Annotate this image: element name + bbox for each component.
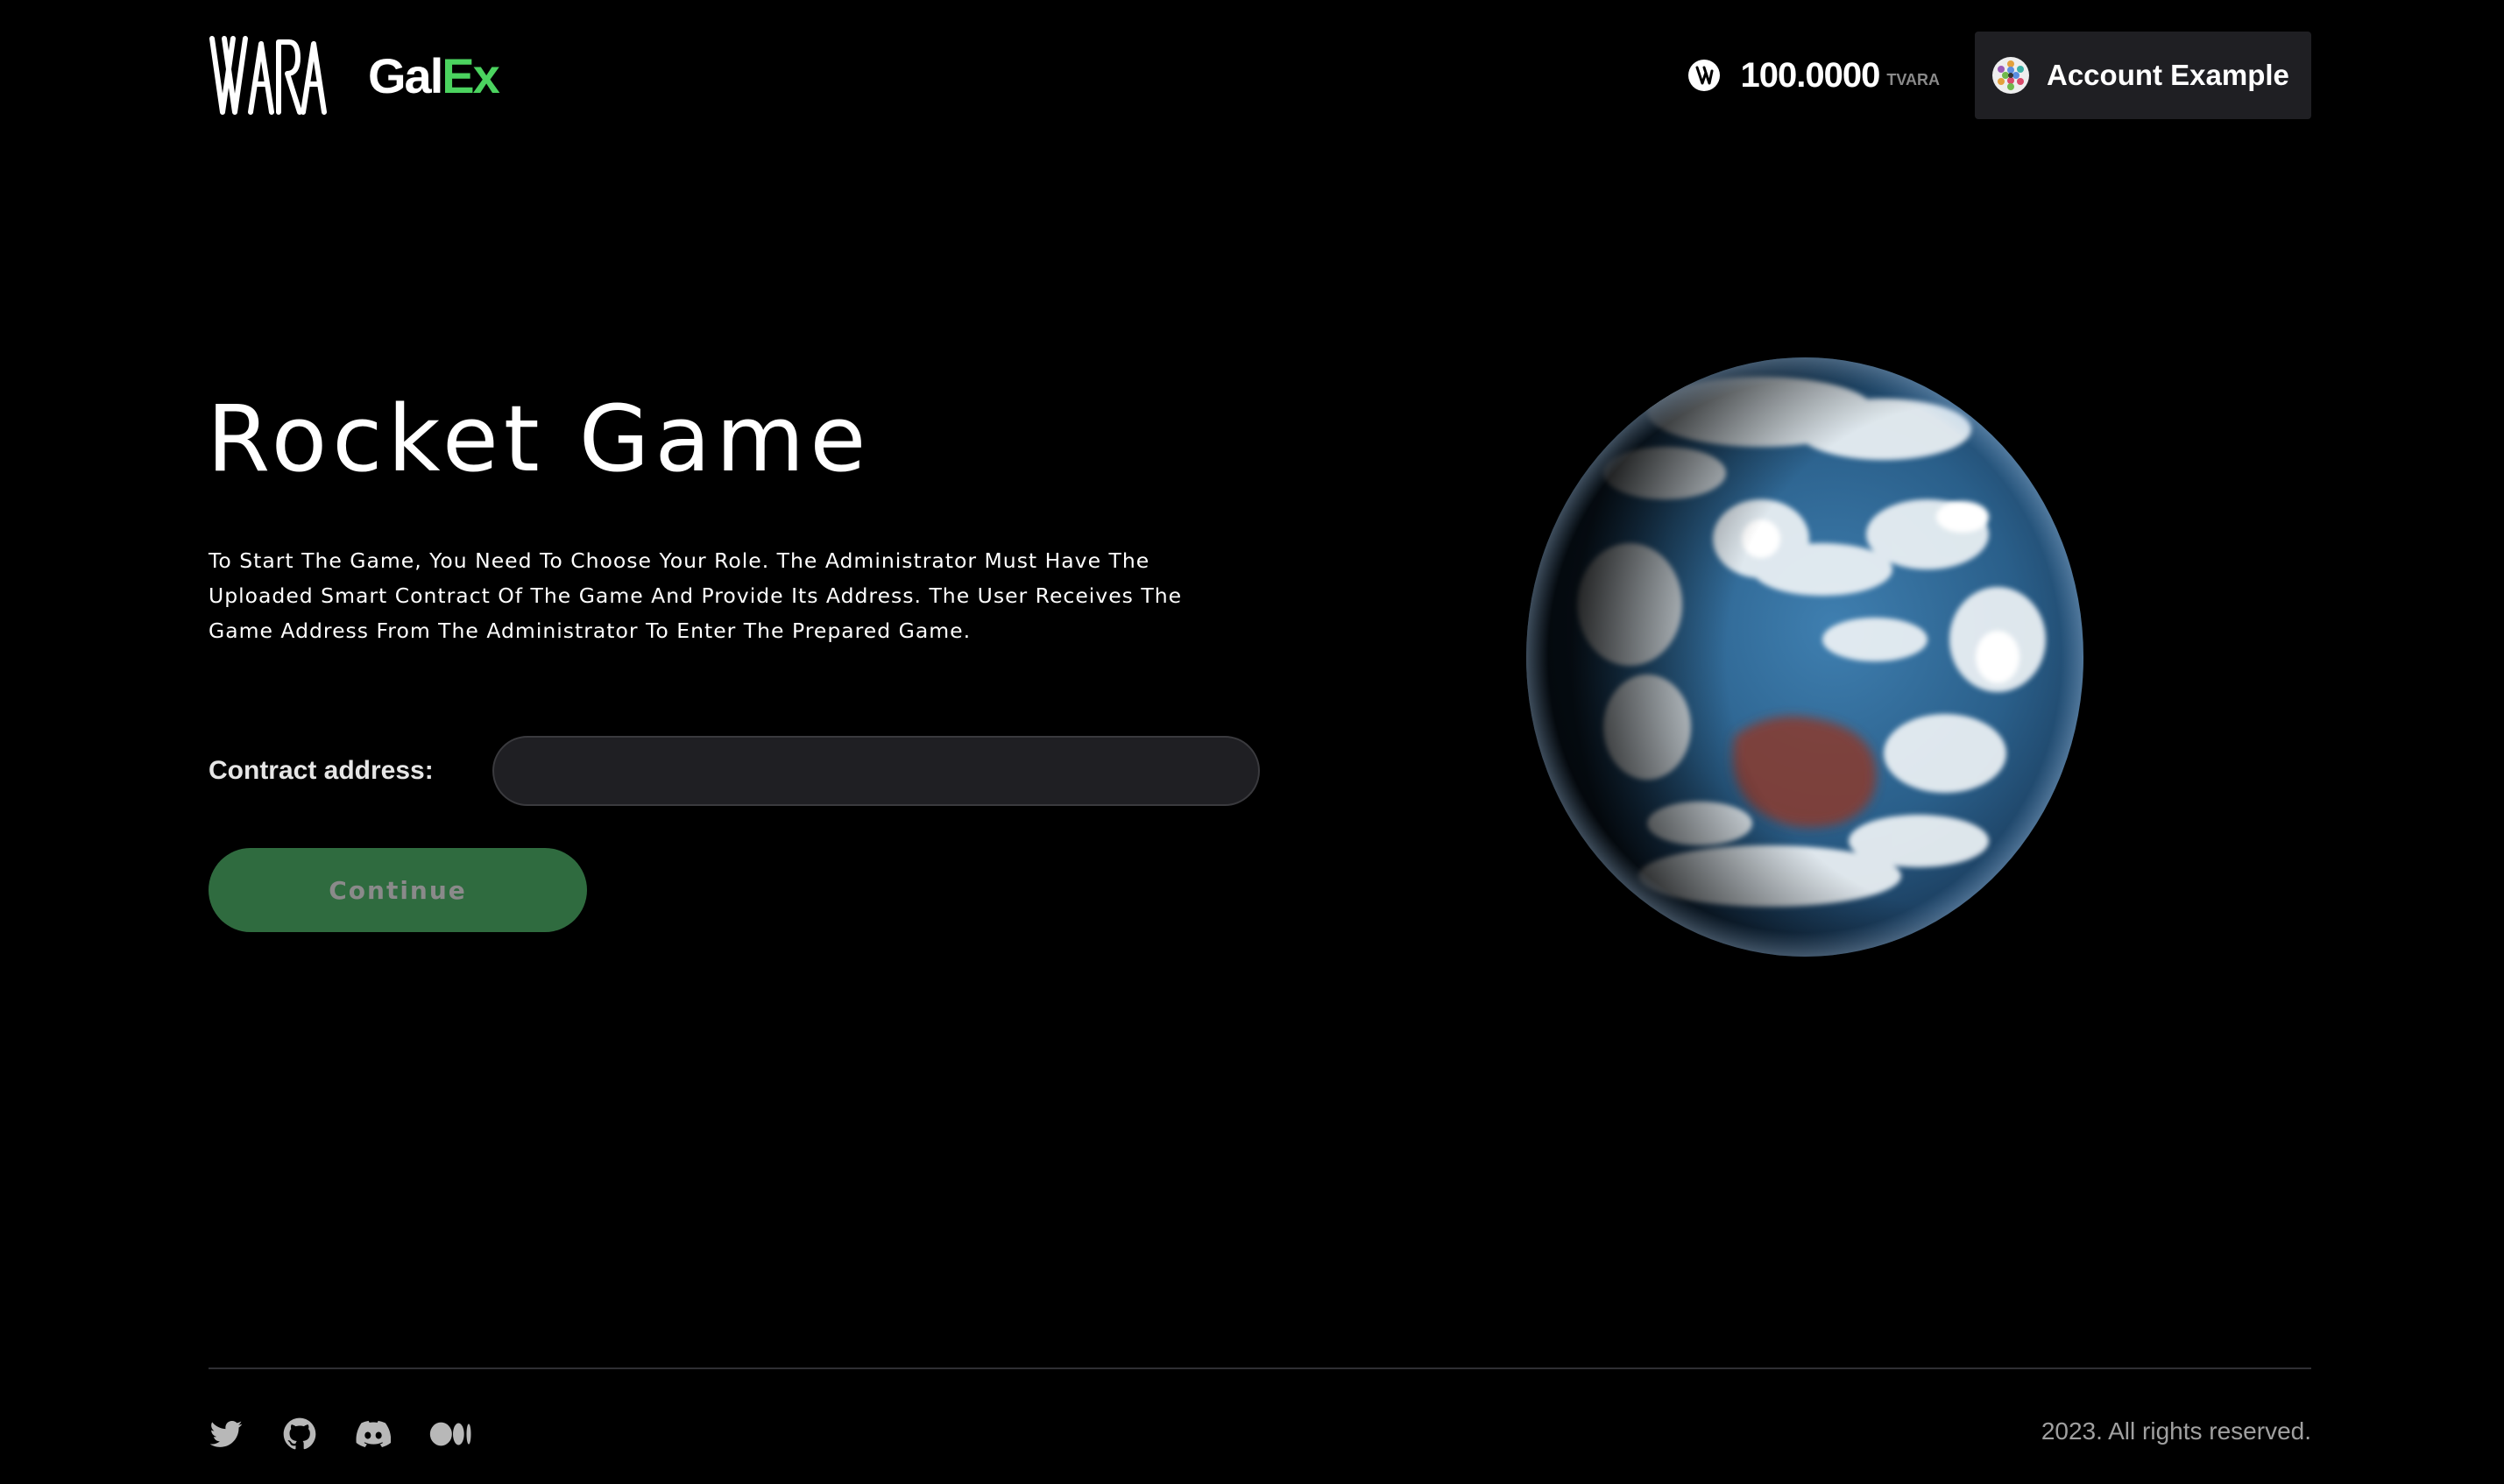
social-links (209, 1416, 512, 1452)
contract-address-label: Contract address: (209, 756, 434, 785)
discord-icon[interactable] (356, 1417, 391, 1452)
identicon-avatar-icon (1992, 57, 2029, 94)
earth-image (1507, 350, 2103, 964)
copyright-text: 2023. All rights reserved. (2041, 1417, 2311, 1445)
app-name-part1: Gal (368, 47, 443, 103)
contract-address-input[interactable] (492, 736, 1260, 806)
contract-address-form: Contract address: (209, 736, 1260, 806)
brand: Gal Ex (209, 35, 500, 116)
account-button[interactable]: Account Example (1975, 32, 2311, 119)
medium-icon[interactable] (429, 1417, 473, 1452)
galex-logo[interactable]: Gal Ex (368, 47, 500, 104)
balance-unit: TVARA (1886, 70, 1940, 88)
continue-button[interactable]: Continue (209, 848, 587, 932)
twitter-icon[interactable] (209, 1417, 244, 1452)
app-name-part2: Ex (442, 47, 499, 103)
page: Gal Ex 100.0000 TVARA Account Example Ro… (0, 0, 2504, 1484)
vara-logo-icon[interactable] (209, 35, 331, 116)
page-title: Rocket Game (207, 385, 872, 492)
page-description: To Start The Game, You Need To Choose Yo… (209, 548, 1183, 643)
github-icon[interactable] (282, 1417, 317, 1452)
earth-globe-icon (1526, 357, 2083, 957)
balance: 100.0000 TVARA (1687, 56, 1940, 95)
vara-coin-icon (1688, 60, 1721, 91)
header-right: 100.0000 TVARA Account Example (1687, 32, 2311, 119)
footer-divider (209, 1367, 2311, 1369)
balance-value: 100.0000 (1740, 55, 1880, 95)
account-name: Account Example (2047, 59, 2289, 91)
header: Gal Ex 100.0000 TVARA Account Example (209, 32, 2311, 119)
